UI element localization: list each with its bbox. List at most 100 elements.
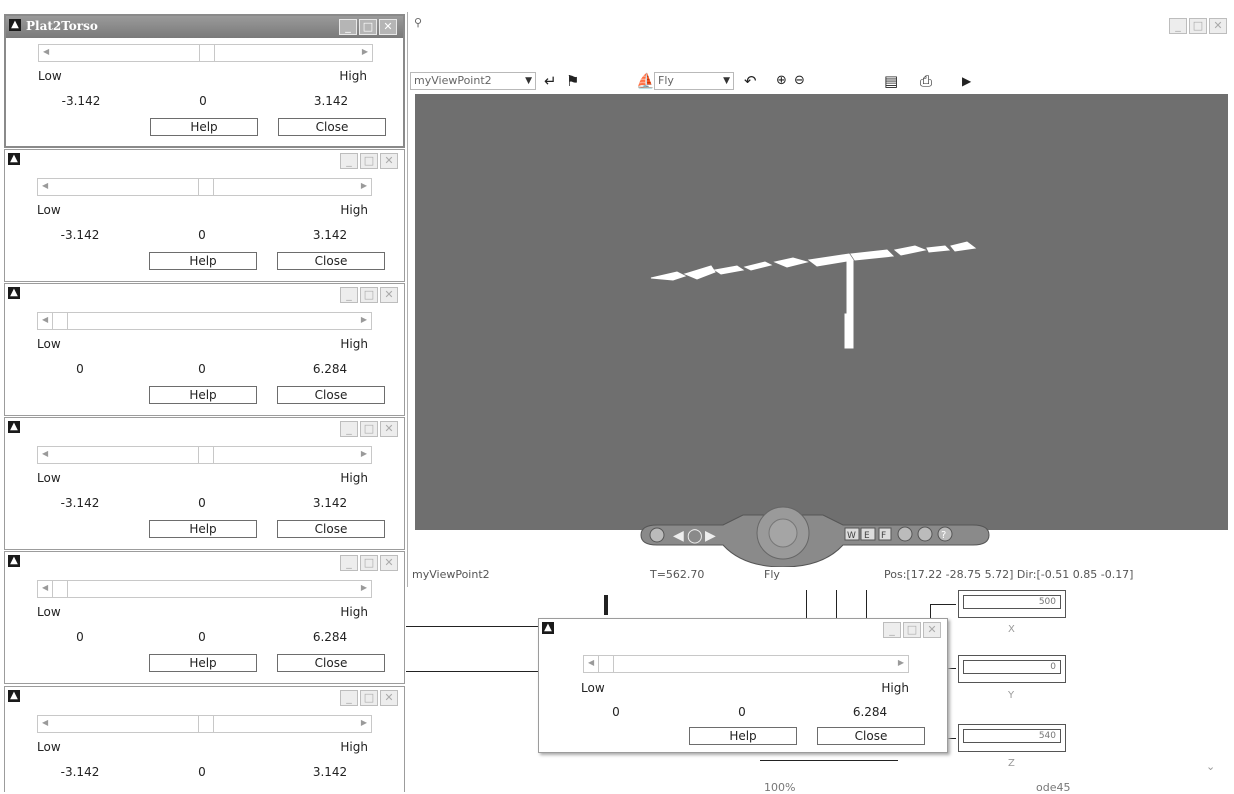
min-value[interactable]: 0: [45, 630, 115, 644]
close-button[interactable]: Close: [277, 520, 385, 538]
minimize-icon[interactable]: _: [340, 555, 358, 571]
max-value[interactable]: 3.142: [295, 765, 365, 779]
capture-frame-icon[interactable]: ⎙: [920, 72, 932, 90]
right-arrow-icon[interactable]: ▶: [361, 181, 367, 190]
zoom-in-icon[interactable]: ⊕: [776, 72, 787, 90]
maximize-icon[interactable]: □: [360, 555, 378, 571]
maximize-icon[interactable]: □: [1189, 18, 1207, 34]
close-button[interactable]: Close: [278, 118, 386, 136]
max-value[interactable]: 6.284: [835, 705, 905, 719]
minimize-icon[interactable]: _: [883, 622, 901, 638]
viewpoints-icon[interactable]: [897, 526, 913, 542]
angle-slider[interactable]: ◀ ▶: [37, 715, 372, 733]
close-window-icon[interactable]: ✕: [380, 555, 398, 571]
left-arrow-icon[interactable]: ◀: [42, 718, 48, 727]
slider-thumb[interactable]: [197, 716, 214, 732]
right-arrow-icon[interactable]: ▶: [362, 47, 368, 56]
left-arrow-icon[interactable]: ◀: [42, 449, 48, 458]
current-value[interactable]: 0: [168, 94, 238, 108]
chevron-down-icon[interactable]: ⌄: [1206, 760, 1215, 773]
right-arrow-icon[interactable]: ▶: [361, 315, 367, 324]
right-arrow-icon[interactable]: ▶: [361, 583, 367, 592]
slider-thumb[interactable]: [198, 45, 215, 61]
close-button[interactable]: Close: [277, 654, 385, 672]
rotate-right-icon[interactable]: ▶: [705, 528, 716, 544]
min-value[interactable]: 0: [45, 362, 115, 376]
nav-center-icon[interactable]: [768, 518, 798, 548]
angle-slider[interactable]: ◀ ▶: [37, 312, 372, 330]
headlight-icon[interactable]: [917, 526, 933, 542]
min-value[interactable]: 0: [581, 705, 651, 719]
maximize-icon[interactable]: □: [360, 153, 378, 169]
min-value[interactable]: -3.142: [46, 94, 116, 108]
title-bar[interactable]: ▲ _ □ ✕: [5, 418, 404, 440]
clipboard-icon[interactable]: ▤: [884, 72, 898, 90]
help-button[interactable]: Help: [149, 520, 257, 538]
title-bar[interactable]: ▲ _ □ ✕: [5, 284, 404, 306]
title-bar[interactable]: ▲ _ □ ✕: [5, 687, 404, 709]
current-value[interactable]: 0: [707, 705, 777, 719]
left-arrow-icon[interactable]: ◀: [588, 658, 594, 667]
current-value[interactable]: 0: [167, 765, 237, 779]
navigation-mode-select[interactable]: Fly ▼: [654, 72, 734, 90]
return-to-viewpoint-icon[interactable]: ↵: [544, 72, 557, 90]
maximize-icon[interactable]: □: [903, 622, 921, 638]
close-window-icon[interactable]: ✕: [380, 421, 398, 437]
3d-scene-canvas[interactable]: [415, 94, 1228, 530]
slider-thumb[interactable]: [52, 313, 68, 329]
current-value[interactable]: 0: [167, 228, 237, 242]
minimize-icon[interactable]: _: [1169, 18, 1187, 34]
help-button[interactable]: Help: [149, 654, 257, 672]
max-value[interactable]: 3.142: [295, 496, 365, 510]
angle-slider[interactable]: ◀ ▶: [38, 44, 373, 62]
viewpoint-select[interactable]: myViewPoint2 ▼: [410, 72, 536, 90]
display-block-y[interactable]: 0: [958, 655, 1066, 683]
angle-slider[interactable]: ◀ ▶: [37, 178, 372, 196]
straighten-up-icon[interactable]: [649, 527, 665, 543]
right-arrow-icon[interactable]: ▶: [361, 718, 367, 727]
min-value[interactable]: -3.142: [45, 496, 115, 510]
display-block-z[interactable]: 540: [958, 724, 1066, 752]
min-value[interactable]: -3.142: [45, 765, 115, 779]
left-arrow-icon[interactable]: ◀: [42, 181, 48, 190]
close-window-icon[interactable]: ✕: [380, 690, 398, 706]
start-recording-icon[interactable]: ▶: [962, 72, 971, 90]
close-window-icon[interactable]: ✕: [379, 19, 397, 35]
angle-slider[interactable]: ◀ ▶: [37, 580, 372, 598]
minimize-icon[interactable]: _: [340, 690, 358, 706]
display-block-x[interactable]: 500: [958, 590, 1066, 618]
current-value[interactable]: 0: [167, 496, 237, 510]
close-button[interactable]: Close: [817, 727, 925, 745]
help-button[interactable]: Help: [689, 727, 797, 745]
minimize-icon[interactable]: _: [340, 153, 358, 169]
rotate-left-icon[interactable]: ◀: [673, 528, 684, 544]
mux-block[interactable]: [604, 595, 608, 615]
create-viewpoint-flag-icon[interactable]: ⚑: [566, 72, 579, 90]
current-value[interactable]: 0: [167, 362, 237, 376]
close-window-icon[interactable]: ✕: [380, 153, 398, 169]
help-button[interactable]: Help: [150, 118, 258, 136]
min-value[interactable]: -3.142: [45, 228, 115, 242]
title-bar[interactable]: ▲ _ □ ✕: [5, 150, 404, 172]
undo-move-icon[interactable]: ↶: [744, 72, 757, 90]
max-value[interactable]: 6.284: [295, 362, 365, 376]
left-arrow-icon[interactable]: ◀: [42, 583, 48, 592]
ground-icon[interactable]: ⛵: [636, 72, 655, 90]
help-button[interactable]: Help: [149, 386, 257, 404]
close-window-icon[interactable]: ✕: [1209, 18, 1227, 34]
angle-slider[interactable]: ◀ ▶: [37, 446, 372, 464]
close-button[interactable]: Close: [277, 252, 385, 270]
max-value[interactable]: 3.142: [296, 94, 366, 108]
close-window-icon[interactable]: ✕: [380, 287, 398, 303]
slider-thumb[interactable]: [598, 656, 614, 672]
right-arrow-icon[interactable]: ▶: [898, 658, 904, 667]
right-arrow-icon[interactable]: ▶: [361, 449, 367, 458]
current-value[interactable]: 0: [167, 630, 237, 644]
zoom-out-icon[interactable]: ⊖: [794, 72, 805, 90]
maximize-icon[interactable]: □: [360, 690, 378, 706]
minimize-icon[interactable]: _: [340, 287, 358, 303]
max-value[interactable]: 3.142: [295, 228, 365, 242]
title-bar[interactable]: ▲ _ □ ✕: [5, 552, 404, 574]
slider-thumb[interactable]: [197, 447, 214, 463]
close-window-icon[interactable]: ✕: [923, 622, 941, 638]
